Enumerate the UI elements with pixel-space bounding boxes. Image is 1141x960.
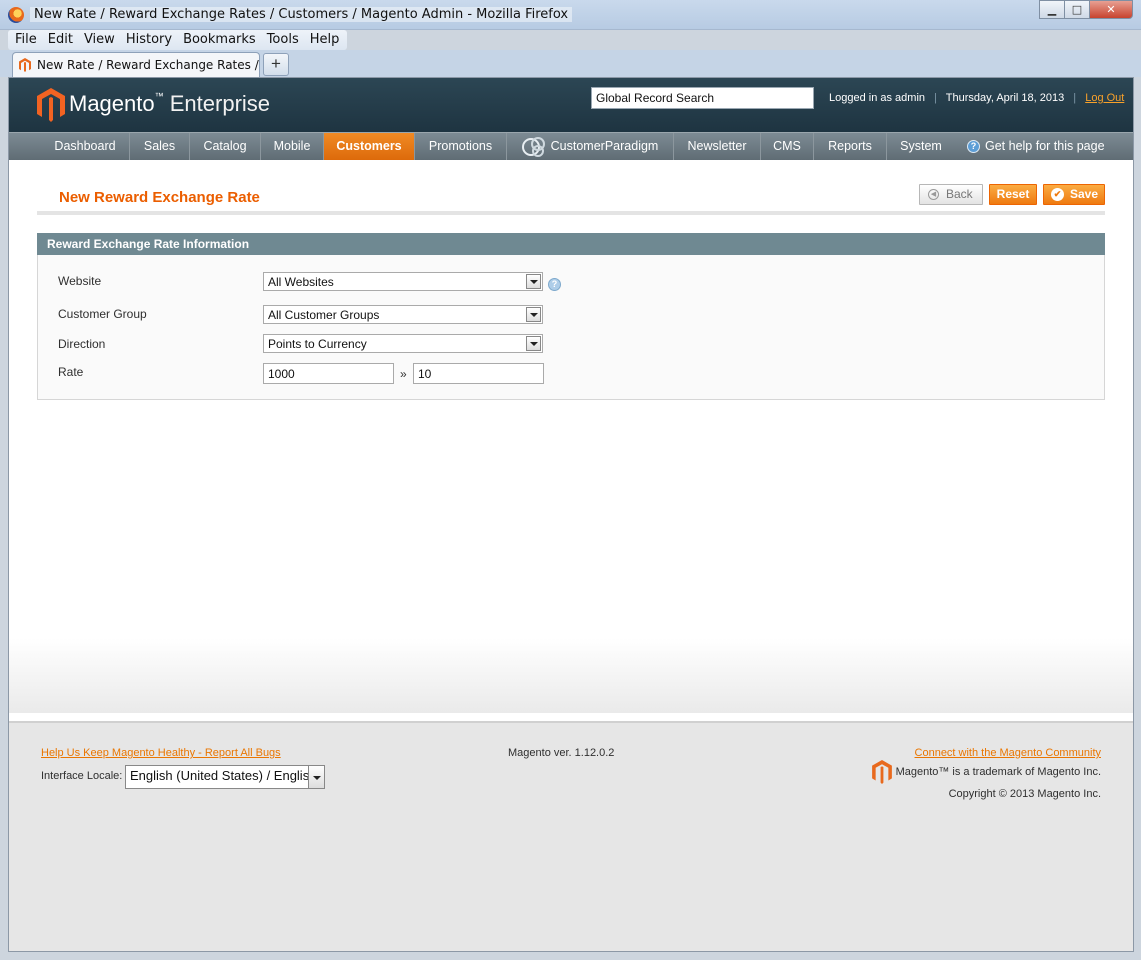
version-text: Magento ver. 1.12.0.2 <box>508 747 615 759</box>
user-info: Logged in as admin | Thursday, April 18,… <box>829 92 1124 104</box>
dropdown-arrow-icon <box>526 274 541 289</box>
logged-in-text: Logged in as admin <box>829 92 926 104</box>
menu-help[interactable]: Help <box>305 30 346 50</box>
help-icon: ? <box>967 140 980 153</box>
dropdown-arrow-icon <box>526 307 541 322</box>
dropdown-arrow-icon <box>308 766 324 788</box>
direction-select-value: Points to Currency <box>268 337 367 351</box>
nav-system[interactable]: System <box>887 133 955 160</box>
menu-file[interactable]: File <box>10 30 43 50</box>
logo-edition: Enterprise <box>169 91 271 116</box>
nav-sales[interactable]: Sales <box>130 133 190 160</box>
minimize-button[interactable]: ▁ <box>1039 0 1065 19</box>
nav-customerparadigm[interactable]: CustomerParadigm <box>507 133 674 160</box>
page-viewport: Magento™ Enterprise Global Record Search… <box>8 77 1134 952</box>
reset-button[interactable]: Reset <box>989 184 1037 205</box>
back-arrow-icon: ◀ <box>928 189 939 200</box>
window-title: New Rate / Reward Exchange Rates / Custo… <box>30 7 573 22</box>
nav-customers[interactable]: Customers <box>324 133 415 160</box>
back-label: Back <box>946 187 973 201</box>
tab-bar: New Rate / Reward Exchange Rates / Cu...… <box>0 50 1141 77</box>
menu-view[interactable]: View <box>79 30 121 50</box>
magento-favicon-icon <box>19 58 31 72</box>
copyright-text: Copyright © 2013 Magento Inc. <box>948 788 1101 800</box>
maximize-button[interactable]: □ <box>1064 0 1090 19</box>
save-button[interactable]: ✔ Save <box>1043 184 1105 205</box>
nav-catalog[interactable]: Catalog <box>190 133 261 160</box>
customer-group-label: Customer Group <box>58 307 147 321</box>
date-text: Thursday, April 18, 2013 <box>945 92 1065 104</box>
trademark-text: Magento™ is a trademark of Magento Inc. <box>895 766 1101 778</box>
customerparadigm-icon <box>521 136 545 157</box>
menu-history[interactable]: History <box>121 30 178 50</box>
rate-currency-input[interactable]: 10 <box>413 363 544 384</box>
window-controls: ▁ □ ✕ <box>1039 0 1133 20</box>
title-divider <box>37 211 1105 215</box>
help-tooltip-icon[interactable]: ? <box>548 278 561 291</box>
browser-tab[interactable]: New Rate / Reward Exchange Rates / Cu... <box>12 52 290 77</box>
magento-footer-logo-icon <box>872 760 892 784</box>
back-button[interactable]: ◀ Back <box>919 184 983 205</box>
rate-label: Rate <box>58 365 84 379</box>
separator: | <box>1073 92 1077 104</box>
locale-select[interactable]: English (United States) / English <box>125 765 325 789</box>
help-link-label: Get help for this page <box>985 139 1105 153</box>
nav-reports[interactable]: Reports <box>814 133 887 160</box>
rate-fieldset: Website All Websites ? Customer Group Al… <box>37 255 1105 400</box>
nav-mobile[interactable]: Mobile <box>261 133 324 160</box>
dropdown-arrow-icon <box>526 336 541 351</box>
footer: Help Us Keep Magento Healthy - Report Al… <box>9 713 1133 951</box>
nav-customerparadigm-label: CustomerParadigm <box>550 139 659 153</box>
close-button[interactable]: ✕ <box>1089 0 1133 19</box>
website-select-value: All Websites <box>268 275 334 289</box>
tab-label: New Rate / Reward Exchange Rates / Cu... <box>37 58 290 72</box>
customer-group-select-value: All Customer Groups <box>268 308 380 322</box>
global-search-input[interactable]: Global Record Search <box>591 87 814 109</box>
save-label: Save <box>1070 187 1099 201</box>
firefox-icon <box>8 7 24 23</box>
rate-points-input[interactable]: 1000 <box>263 363 394 384</box>
checkmark-icon: ✔ <box>1051 188 1064 201</box>
admin-header: Magento™ Enterprise Global Record Search… <box>9 78 1133 132</box>
menu-tools[interactable]: Tools <box>262 30 305 50</box>
logo-brand: Magento <box>69 91 155 116</box>
rate-separator: » <box>400 367 407 381</box>
content-fade <box>9 638 1133 713</box>
separator: | <box>934 92 937 104</box>
direction-label: Direction <box>58 337 106 351</box>
community-link[interactable]: Connect with the Magento Community <box>915 747 1101 759</box>
locale-label: Interface Locale: <box>41 770 123 782</box>
section-heading: Reward Exchange Rate Information <box>37 233 1105 255</box>
nav-dashboard[interactable]: Dashboard <box>41 133 130 160</box>
window-title-bar: New Rate / Reward Exchange Rates / Custo… <box>0 0 1141 30</box>
logout-link[interactable]: Log Out <box>1085 92 1124 104</box>
nav-cms[interactable]: CMS <box>761 133 814 160</box>
locale-select-value: English (United States) / English <box>130 768 317 783</box>
website-label: Website <box>58 274 102 288</box>
menu-bar: File Edit View History Bookmarks Tools H… <box>8 30 348 50</box>
nav-newsletter[interactable]: Newsletter <box>674 133 761 160</box>
help-link[interactable]: ? Get help for this page <box>967 133 1105 160</box>
menu-bookmarks[interactable]: Bookmarks <box>178 30 262 50</box>
nav-promotions[interactable]: Promotions <box>415 133 507 160</box>
direction-select[interactable]: Points to Currency <box>263 334 543 353</box>
menu-edit[interactable]: Edit <box>43 30 79 50</box>
website-select[interactable]: All Websites <box>263 272 543 291</box>
magento-logo-icon <box>37 88 65 122</box>
customer-group-select[interactable]: All Customer Groups <box>263 305 543 324</box>
new-tab-button[interactable]: + <box>263 53 289 76</box>
logo-text: Magento™ Enterprise <box>69 91 271 116</box>
page-title: New Reward Exchange Rate <box>59 189 260 206</box>
report-bugs-link[interactable]: Help Us Keep Magento Healthy - Report Al… <box>41 747 281 759</box>
main-nav: Dashboard Sales Catalog Mobile Customers… <box>9 132 1133 160</box>
